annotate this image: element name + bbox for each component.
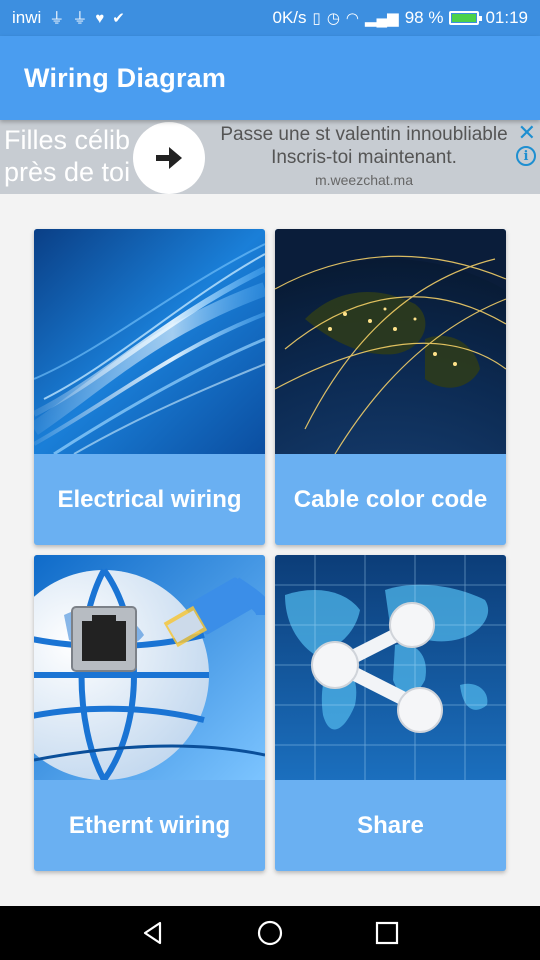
info-icon[interactable]: i [516,146,536,166]
menu-card-label: Share [357,811,424,839]
clock: 01:19 [485,8,528,27]
ad-url[interactable]: m.weezchat.ma [208,172,520,188]
alarm-icon: ◷ [326,9,340,27]
signal-icon: ▂▄▆ [365,9,399,27]
menu-card-ethernet-wiring[interactable]: Ethernt wiring [34,555,265,871]
electrical-fiber-image [34,229,265,454]
arrow-right-icon [156,147,182,169]
vibrate-icon: ▯ [312,9,321,27]
usb-icon: ⏚ [49,9,65,27]
wifi-icon: ◠ [345,9,359,27]
ad-headline[interactable]: Passe une st valentin innoubliable [208,124,520,146]
ad-left-text[interactable]: Filles célib près de toi [4,124,130,188]
menu-card-cable-color-code[interactable]: Cable color code [275,229,506,545]
navigation-bar [0,906,540,960]
recents-icon[interactable] [374,920,400,946]
battery-icon [449,11,483,25]
battery-percent: 98 % [404,8,444,27]
menu-card-share[interactable]: Share [275,555,506,871]
check-icon: ✔ [112,9,125,27]
status-bar: inwi ⏚ ⏚ ♥ ✔ 0K/s ▯ ◷ ◠ ▂▄▆ 98 % 01:19 [0,0,540,36]
ad-banner[interactable]: Filles célib près de toi Passe une st va… [0,120,540,194]
ethernet-globe-image [34,555,265,780]
app-bar: Wiring Diagram [0,36,540,120]
ad-left-text-line1: Filles célib [4,125,131,155]
menu-card-label: Cable color code [293,485,488,513]
ad-arrow-button[interactable] [133,122,205,194]
usb-icon: ⏚ [72,9,88,27]
page-title: Wiring Diagram [24,62,227,93]
share-world-map-image [275,555,506,780]
home-icon[interactable] [256,919,284,947]
net-speed: 0K/s [272,8,307,27]
menu-card-electrical-wiring[interactable]: Electrical wiring [34,229,265,545]
ad-left-text-line2: près de toi [4,157,131,187]
close-icon[interactable]: ✕ [518,122,536,144]
menu-card-label: Electrical wiring [57,485,242,513]
battery-fill [452,14,477,22]
globe-network-image [275,229,506,454]
carrier-label: inwi [12,8,42,27]
ad-cta[interactable]: Inscris-toi maintenant. [208,147,520,169]
back-icon[interactable] [140,920,166,946]
heart-monitor-icon: ♥ [95,9,105,27]
menu-card-label: Ethernt wiring [68,811,231,839]
